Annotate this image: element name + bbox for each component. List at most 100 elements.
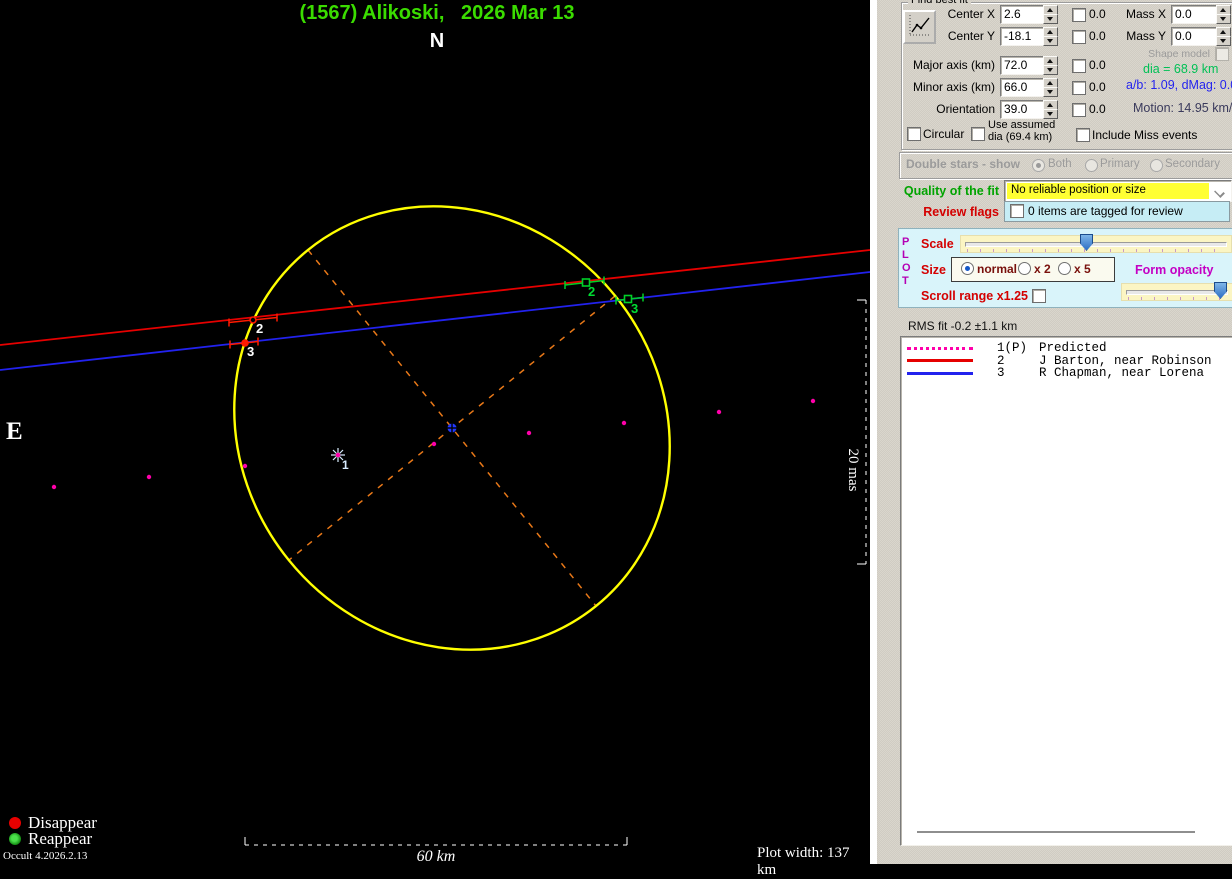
mass-x-spinner[interactable] (1216, 5, 1231, 24)
center-y-input[interactable]: -18.1 (1000, 27, 1047, 46)
listbox-horizontal-scrollbar[interactable] (917, 831, 1195, 833)
occult-fit-window: { "plot": { "title": "(1567) Alikoski, 2… (0, 0, 1232, 864)
center-y-lock-checkbox[interactable] (1072, 30, 1086, 44)
double-stars-secondary-radio (1150, 159, 1163, 172)
predicted-star-center (336, 453, 341, 458)
center-x-input[interactable]: 2.6 (1000, 5, 1047, 24)
mass-y-spinner[interactable] (1216, 27, 1231, 46)
reappear-chord-label: 2 (588, 284, 595, 299)
fitted-diameter-label: dia = 68.9 km (1143, 62, 1218, 76)
mass-x-label: Mass X (1110, 7, 1166, 21)
predicted-path-dot (622, 421, 626, 425)
observer-name: R Chapman, near Lorena (1039, 366, 1204, 380)
motion-label: Motion: 14.95 km/s (1133, 101, 1232, 115)
shape-model-label: Shape model (1130, 48, 1210, 60)
predicted-path-dot (717, 410, 721, 414)
size-label: Size (921, 263, 946, 277)
size-x5-label: x 5 (1074, 262, 1091, 276)
reappear-chord-label: 3 (631, 301, 638, 316)
center-y-step-label: 0.0 (1089, 29, 1106, 43)
major-axis-input[interactable]: 72.0 (1000, 56, 1047, 75)
axis-ratio-dmag-label: a/b: 1.09, dMag: 0.09 (1126, 78, 1232, 92)
center-y-spinner[interactable] (1043, 27, 1058, 46)
orientation-lock-checkbox[interactable] (1072, 103, 1086, 117)
predicted-path-dot (527, 431, 531, 435)
center-y-label: Center Y (895, 29, 995, 43)
minor-axis-lock-checkbox[interactable] (1072, 81, 1086, 95)
quality-of-fit-dropdown[interactable]: No reliable position or size (1004, 180, 1232, 202)
find-best-fit-group-label: Find best fit (908, 0, 971, 6)
major-axis-lock-checkbox[interactable] (1072, 59, 1086, 73)
observer-row-predicted[interactable]: 1(P)Predicted (901, 342, 1232, 355)
app-version-label: Occult 4.2026.2.13 (3, 850, 87, 862)
chord-line-3 (0, 272, 870, 370)
quality-of-fit-label: Quality of the fit (899, 184, 999, 198)
include-miss-events-checkbox[interactable] (1076, 128, 1090, 142)
plot-letter-l: L (902, 249, 909, 262)
mas-scale-label: 20 mas (845, 449, 861, 492)
circular-checkbox[interactable] (907, 127, 921, 141)
observer-number: 3 (997, 366, 1039, 380)
plot-letter-p: P (902, 236, 909, 249)
minor-axis-spinner[interactable] (1043, 78, 1058, 97)
plot-letter-o: O (902, 262, 911, 275)
double-stars-both-radio (1032, 159, 1045, 172)
plot-width-label: Plot width: 137 km (757, 845, 872, 879)
chord2-line-sample (907, 359, 973, 362)
scale-label: Scale (921, 237, 954, 251)
predicted-line-sample (907, 347, 973, 350)
orientation-input[interactable]: 39.0 (1000, 100, 1047, 119)
major-axis-step-label: 0.0 (1089, 58, 1106, 72)
minor-axis-label: Minor axis (km) (880, 80, 995, 94)
use-assumed-dia-label-line2: dia (69.4 km) (988, 131, 1052, 143)
mass-y-label: Mass Y (1110, 29, 1166, 43)
size-normal-label: normal (977, 262, 1017, 276)
north-direction-label: N (0, 30, 874, 53)
disappear-chord-label: 3 (247, 344, 254, 359)
review-flags-label: Review flags (899, 205, 999, 219)
predicted-path-dot (147, 475, 151, 479)
double-stars-primary-radio (1085, 159, 1098, 172)
orientation-spinner[interactable] (1043, 100, 1058, 119)
disappear-dot-icon (9, 817, 21, 829)
mass-x-input[interactable]: 0.0 (1171, 5, 1220, 24)
chord-line-2 (0, 250, 870, 345)
observer-row-2[interactable]: 2J Barton, near Robinson (901, 355, 1232, 368)
rms-fit-label: RMS fit -0.2 ±1.1 km (908, 319, 1017, 333)
double-stars-both-label: Both (1048, 158, 1072, 170)
reappear-dot-icon (9, 833, 21, 845)
dropdown-arrow-icon[interactable] (1210, 183, 1229, 199)
observer-row-3[interactable]: 3R Chapman, near Lorena (901, 367, 1232, 380)
review-flags-checkbox[interactable] (1010, 204, 1024, 218)
minor-axis-input[interactable]: 66.0 (1000, 78, 1047, 97)
scale-slider[interactable] (960, 235, 1232, 253)
quality-of-fit-value: No reliable position or size (1007, 183, 1209, 199)
scroll-range-checkbox[interactable] (1032, 289, 1046, 303)
use-assumed-dia-checkbox[interactable] (971, 127, 985, 141)
occultation-plot-area[interactable]: 1232320 mas60 km (1567) Alikoski, 2026 M… (0, 0, 872, 864)
form-opacity-label: Form opacity (1135, 263, 1214, 277)
predicted-path-dot (811, 399, 815, 403)
size-x2-radio[interactable] (1018, 262, 1031, 275)
center-x-step-label: 0.0 (1089, 7, 1106, 21)
center-x-lock-checkbox[interactable] (1072, 8, 1086, 22)
double-stars-secondary-label: Secondary (1165, 158, 1220, 170)
center-x-spinner[interactable] (1043, 5, 1058, 24)
size-x5-radio[interactable] (1058, 262, 1071, 275)
plot-letter-t: T (902, 275, 909, 288)
major-axis-spinner[interactable] (1043, 56, 1058, 75)
shape-model-checkbox (1215, 47, 1229, 61)
predicted-path-dot (52, 485, 56, 489)
mass-y-input[interactable]: 0.0 (1171, 27, 1220, 46)
observer-listbox[interactable]: 1(P)Predicted 2J Barton, near Robinson 3… (900, 336, 1232, 846)
size-normal-radio[interactable] (961, 262, 974, 275)
predicted-path-dot (243, 464, 247, 468)
major-axis-label: Major axis (km) (880, 58, 995, 72)
center-x-label: Center X (895, 7, 995, 21)
predicted-star-label: 1 (342, 458, 349, 472)
review-flags-value: 0 items are tagged for review (1028, 204, 1183, 218)
scroll-range-label: Scroll range x1.25 (921, 289, 1028, 303)
predicted-path-dot (432, 442, 436, 446)
chord3-line-sample (907, 372, 973, 375)
orientation-label: Orientation (880, 102, 995, 116)
